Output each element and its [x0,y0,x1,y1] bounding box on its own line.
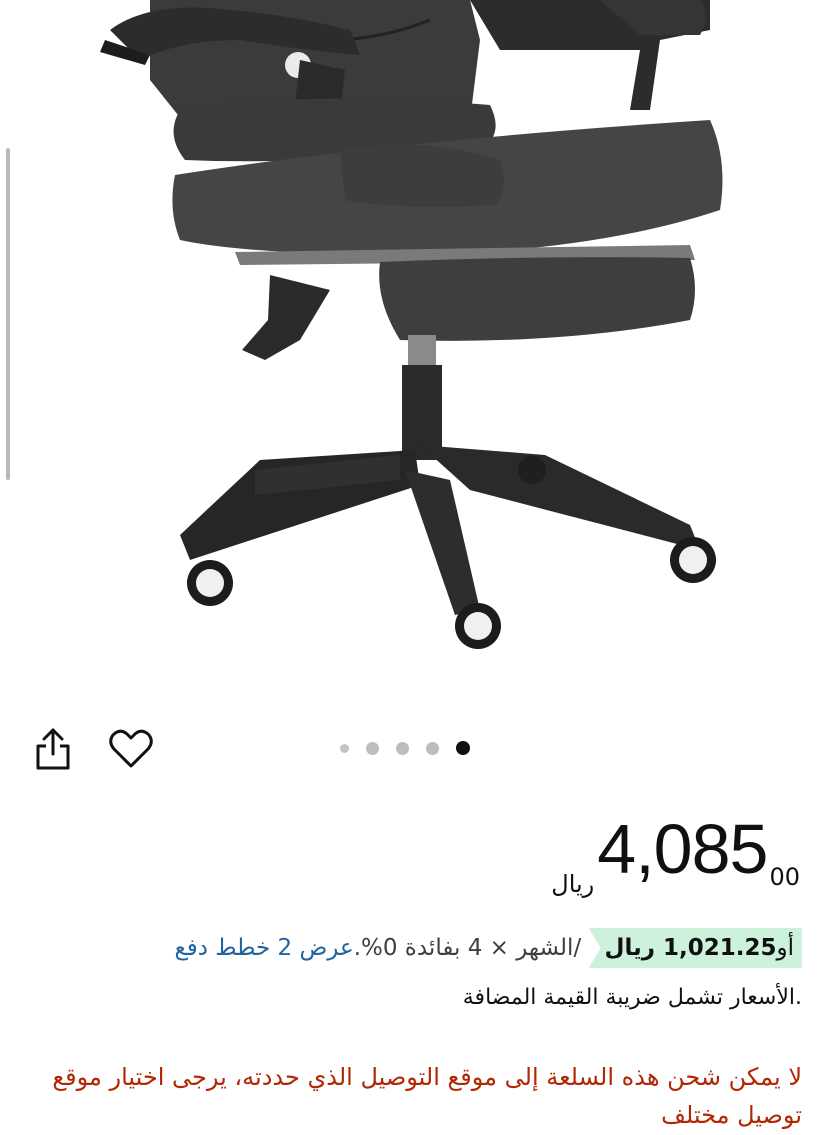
carousel-dot[interactable] [340,743,349,753]
per-month-text: /الشهر × 4 بفائدة 0%. [353,935,582,961]
price-fraction: 00 [769,863,800,891]
chair-image [100,0,723,649]
carousel-dot-active[interactable] [456,741,470,755]
carousel-indicator[interactable] [340,741,470,755]
monthly-amount: 1,021.25 ريال [604,935,777,961]
installment-row: أو1,021.25 ريال /الشهر × 4 بفائدة 0%.عرض… [26,928,802,968]
carousel-dot[interactable] [366,741,379,755]
installment-badge: أو1,021.25 ريال [588,928,802,968]
or-prefix: أو [776,935,795,961]
heart-outline-icon [109,729,153,768]
price-currency: ريال [551,870,595,898]
carousel-dot[interactable] [426,741,439,755]
wishlist-button[interactable] [108,728,154,770]
share-button[interactable] [33,726,73,772]
shipping-warning: لا يمكن شحن هذه السلعة إلى موقع التوصيل … [52,1063,802,1129]
carousel-dot[interactable] [396,741,409,755]
product-image[interactable] [0,0,828,700]
vat-note: .الأسعار تشمل ضريبة القيمة المضافة [462,985,802,1010]
price: ريال 4,085 00 [551,806,800,898]
share-icon [36,728,70,770]
payment-plans-link[interactable]: عرض 2 خطط دفع [174,935,353,961]
price-whole: 4,085 [597,810,768,888]
